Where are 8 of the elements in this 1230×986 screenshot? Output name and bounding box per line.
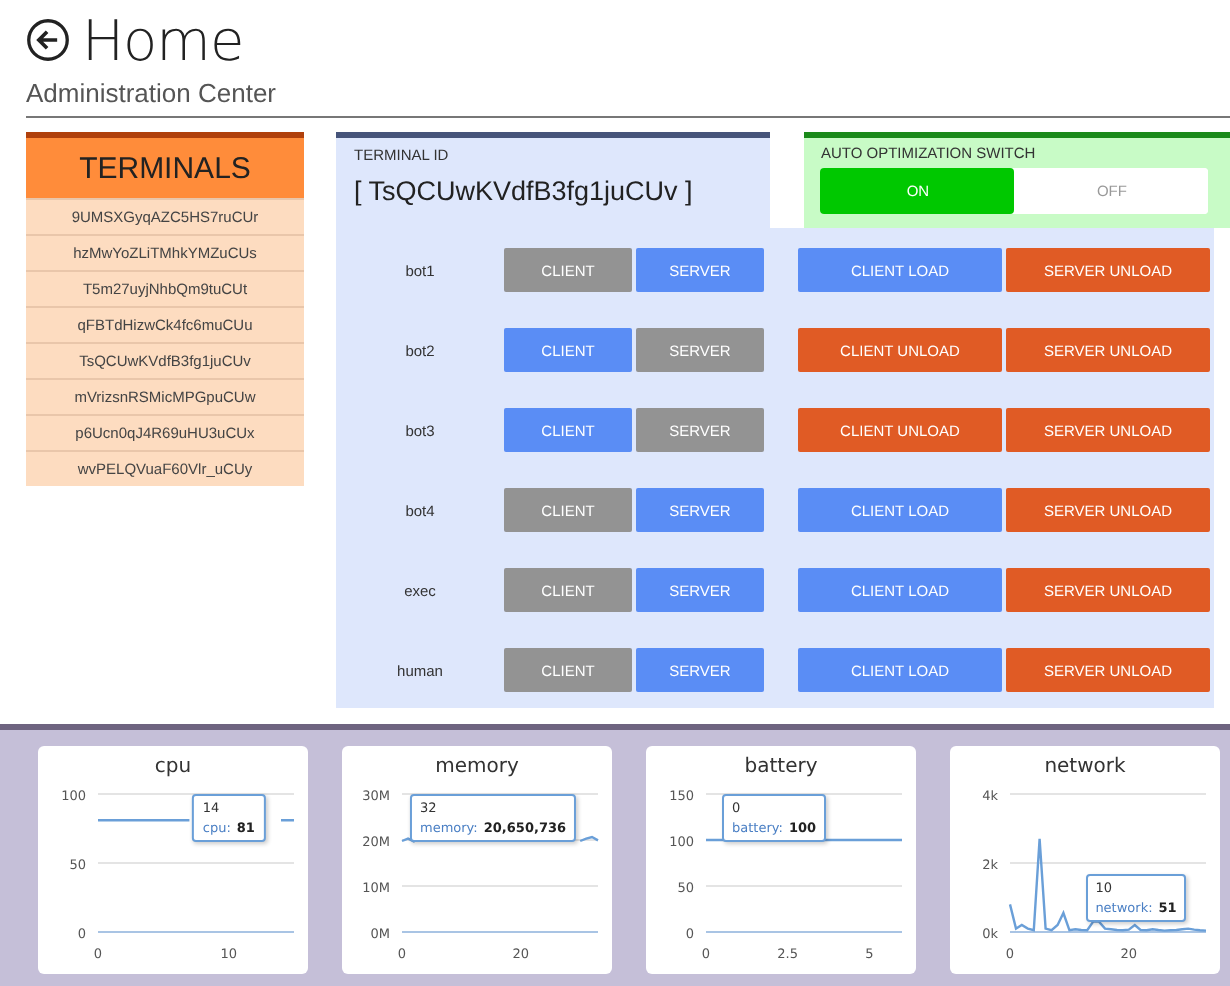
chart-title: battery [742, 754, 820, 782]
terminals-title: TERMINALS [26, 138, 304, 198]
page-title: Home [82, 7, 244, 73]
chart-title: memory [433, 754, 521, 782]
chart-title: network [1042, 754, 1128, 782]
terminal-id-value: [ TsQCUwKVdfB3fg1juCUv ] [354, 176, 695, 206]
chart-title: cpu [152, 754, 194, 782]
page-subtitle: Administration Center [26, 78, 278, 108]
